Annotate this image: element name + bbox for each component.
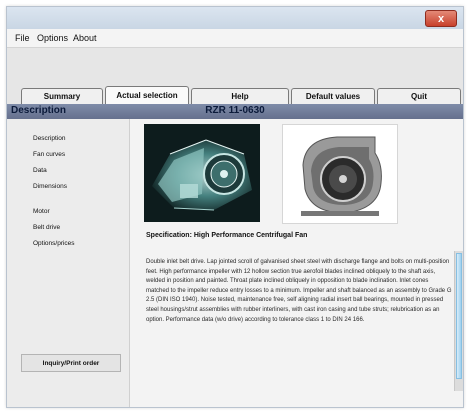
menu-about[interactable]: About xyxy=(73,33,97,43)
tab-quit[interactable]: Quit xyxy=(377,88,461,104)
tab-default-values[interactable]: Default values xyxy=(291,88,375,104)
sidebar-item-motor[interactable]: Motor xyxy=(33,208,50,215)
description-text: Double inlet belt drive. Lap jointed scr… xyxy=(146,259,452,323)
tab-actual-selection-label: Actual selection xyxy=(116,91,178,100)
tab-bar: Summary Actual selection Help Default va… xyxy=(7,86,463,104)
close-button[interactable]: x xyxy=(425,10,457,27)
close-icon: x xyxy=(437,12,445,25)
tab-help-label: Help xyxy=(231,92,249,101)
menu-bar: File Options About xyxy=(7,29,463,48)
fan-photo-scroll-housing xyxy=(282,124,398,224)
tab-default-values-label: Default values xyxy=(305,92,361,101)
tab-summary-label: Summary xyxy=(43,92,81,101)
section-header: RZR 11-0630 Description xyxy=(7,104,463,119)
fan-photo-3d-render xyxy=(144,124,260,222)
model-title: RZR 11-0630 xyxy=(205,105,265,116)
sidebar-item-data[interactable]: Data xyxy=(33,167,47,174)
inquiry-print-order-label: Inquiry/Print order xyxy=(42,359,100,367)
scrollbar-thumb[interactable] xyxy=(456,253,462,379)
toolbar-area xyxy=(7,48,463,86)
tab-actual-selection[interactable]: Actual selection xyxy=(105,86,189,104)
app-window: x File Options About Summary Actual sele… xyxy=(6,6,464,408)
menu-options[interactable]: Options xyxy=(37,33,68,43)
specification-title: Specification: High Performance Centrifu… xyxy=(146,232,308,239)
sidebar-item-options-prices[interactable]: Options/prices xyxy=(33,240,75,247)
sidebar-item-description[interactable]: Description xyxy=(33,135,66,142)
sidebar-item-belt-drive[interactable]: Belt drive xyxy=(33,224,60,231)
inquiry-print-order-button[interactable]: Inquiry/Print order xyxy=(21,354,121,372)
menu-file[interactable]: File xyxy=(15,33,30,43)
sidebar-item-fan-curves[interactable]: Fan curves xyxy=(33,151,65,158)
description-scrollbar[interactable] xyxy=(454,251,463,391)
sidebar: Description Fan curves Data Dimensions M… xyxy=(7,119,130,407)
sidebar-item-dimensions[interactable]: Dimensions xyxy=(33,183,67,190)
section-title: Description xyxy=(11,105,67,116)
content-panel: Specification: High Performance Centrifu… xyxy=(130,119,463,407)
tab-quit-label: Quit xyxy=(411,92,427,101)
title-bar: x xyxy=(7,7,463,29)
tab-help[interactable]: Help xyxy=(191,88,289,104)
tab-summary[interactable]: Summary xyxy=(21,88,103,104)
